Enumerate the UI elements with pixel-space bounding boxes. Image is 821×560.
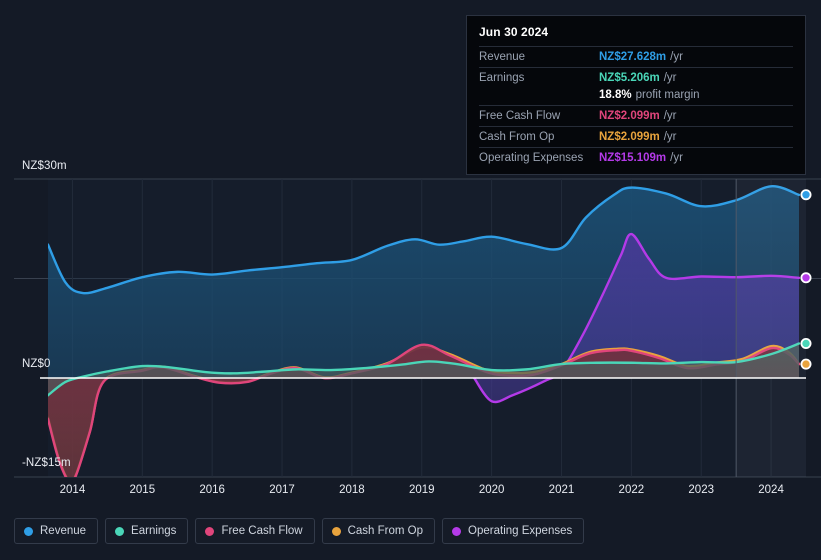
tooltip-date: Jun 30 2024 (479, 25, 549, 39)
tooltip-row-value: NZ$2.099m (599, 110, 660, 122)
tooltip-row-unit: /yr (670, 152, 683, 164)
tooltip-row-label: Revenue (479, 51, 526, 63)
legend-color-dot-icon (115, 526, 125, 536)
tooltip-row-unit: /yr (663, 110, 677, 122)
tooltip-row: Cash From Op NZ$2.099m/yr (479, 126, 793, 147)
tooltip-row-value: NZ$2.099m (599, 131, 660, 143)
tooltip-row-unit: /yr (663, 131, 677, 143)
legend-item-cash-from-op[interactable]: Cash From Op (321, 518, 436, 544)
tooltip-row: Earnings NZ$5.206m/yr (479, 67, 793, 88)
tooltip-row-label: Operating Expenses (479, 152, 584, 164)
chart-tooltip: Jun 30 2024 Revenue NZ$27.628m/yr Earnings… (466, 15, 806, 175)
legend-color-dot-icon (24, 526, 33, 536)
tooltip-row-value: NZ$27.628m (599, 51, 667, 63)
legend-color-dot-icon (205, 526, 215, 536)
legend-item-label: Earnings (131, 525, 177, 537)
legend-item-revenue[interactable]: Revenue (14, 518, 99, 544)
tooltip-row-label: Earnings (479, 72, 525, 84)
legend-item-label: Free Cash Flow (221, 525, 303, 537)
legend-item-label: Revenue (40, 525, 87, 537)
tooltip-row-value: NZ$5.206m (599, 72, 660, 84)
financial-chart: NZ$30m NZ$0 -NZ$15m 2014 2015 2016 2017 2018… (0, 0, 821, 560)
legend-item-free-cash-flow[interactable]: Free Cash Flow (195, 518, 315, 544)
tooltip-row-unit: /yr (670, 51, 683, 63)
tooltip-row: 18.8% profit margin (479, 88, 793, 105)
legend-color-dot-icon (452, 526, 462, 536)
tooltip-row: Free Cash Flow NZ$2.099m/yr (479, 105, 793, 126)
tooltip-row: Operating Expenses NZ$15.109m/yr (479, 147, 793, 168)
chart-legend[interactable]: Revenue Earnings Free Cash Flow Cash From O… (14, 518, 585, 544)
legend-item-label: Cash From Op (347, 525, 424, 537)
tooltip-row: Revenue NZ$27.628m/yr (479, 46, 793, 67)
tooltip-row-unit: profit margin (635, 89, 700, 101)
tooltip-row-label: Free Cash Flow (479, 110, 561, 122)
tooltip-row-label: Cash From Op (479, 131, 555, 143)
legend-item-label: Operating Expenses (468, 525, 573, 537)
legend-item-earnings[interactable]: Earnings (105, 518, 189, 544)
tooltip-row-value: NZ$15.109m (599, 152, 667, 164)
legend-color-dot-icon (331, 526, 341, 536)
tooltip-rows: Revenue NZ$27.628m/yr Earnings NZ$5.206m/yr… (479, 46, 793, 168)
tooltip-row-value: 18.8% (599, 89, 632, 101)
tooltip-row-unit: /yr (663, 72, 677, 84)
legend-item-operating-expenses[interactable]: Operating Expenses (442, 518, 585, 544)
